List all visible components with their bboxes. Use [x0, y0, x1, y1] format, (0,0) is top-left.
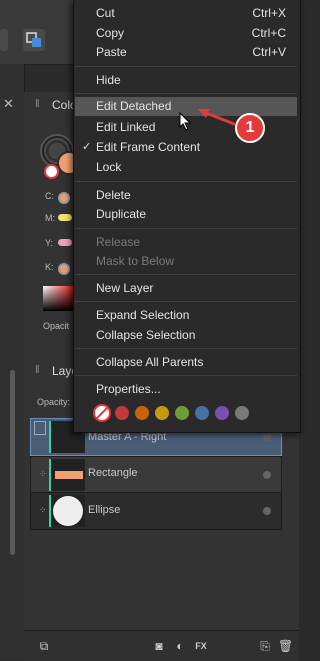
menu-item-paste[interactable]: Paste Ctrl+V — [75, 43, 297, 62]
master-page-icon — [34, 421, 46, 435]
menu-item-label: Hide — [96, 73, 121, 87]
tag-color-green[interactable] — [175, 406, 189, 420]
toolbar-button[interactable] — [0, 29, 8, 51]
layer-row-rectangle[interactable]: ⁘ Rectangle — [30, 456, 282, 494]
menu-item-label: Cut — [96, 6, 115, 20]
menu-item-label: Collapse All Parents — [96, 355, 204, 369]
panel-grip-icon[interactable]: ‖ — [35, 364, 40, 376]
layer-thumbnail — [49, 495, 85, 527]
menu-item-mask-to-below: Mask to Below — [75, 252, 297, 271]
menu-separator — [75, 301, 297, 302]
drag-handle-icon[interactable]: ⁘ — [39, 469, 47, 480]
menu-item-label: Edit Detached — [96, 99, 172, 113]
menu-item-label: Paste — [96, 45, 127, 59]
cmyk-c-label: C: — [45, 191, 54, 201]
menu-item-lock[interactable]: Lock — [75, 158, 297, 177]
menu-item-edit-frame-content[interactable]: ✓ Edit Frame Content — [75, 138, 297, 157]
menu-item-collapse-all-parents[interactable]: Collapse All Parents — [75, 353, 297, 372]
menu-separator — [75, 348, 297, 349]
menu-item-hide[interactable]: Hide — [75, 71, 297, 90]
tag-color-red[interactable] — [115, 406, 129, 420]
layer-visibility-toggle[interactable] — [263, 507, 271, 515]
checkmark-icon: ✓ — [82, 141, 92, 153]
mask-icon[interactable]: ◙ — [152, 639, 166, 653]
menu-separator — [75, 375, 297, 376]
left-dock-strip — [0, 64, 25, 660]
step-badge: 1 — [235, 113, 265, 143]
menu-item-cut[interactable]: Cut Ctrl+X — [75, 4, 297, 23]
tag-color-strip — [93, 404, 293, 424]
cmyk-y-slider[interactable] — [58, 239, 72, 246]
context-menu: Cut Ctrl+X Copy Ctrl+C Paste Ctrl+V Hide… — [73, 0, 301, 433]
toolbar-button-arrange[interactable] — [23, 29, 45, 51]
tag-color-blue[interactable] — [195, 406, 209, 420]
cmyk-k-slider-handle[interactable] — [58, 263, 70, 275]
tag-color-purple[interactable] — [215, 406, 229, 420]
fx-icon[interactable]: FX — [194, 639, 208, 653]
color-picker-square[interactable] — [43, 286, 73, 311]
layers-opacity-label: Opacity: — [37, 397, 71, 407]
layer-row-ellipse[interactable]: ⁘ Ellipse — [30, 492, 282, 530]
add-page-icon[interactable]: ⎘ — [258, 639, 272, 653]
arrange-icon — [26, 32, 41, 47]
cmyk-k-label: K: — [45, 262, 54, 272]
menu-item-release: Release — [75, 233, 297, 252]
menu-item-label: Lock — [96, 160, 122, 174]
menu-separator — [75, 274, 297, 275]
layer-visibility-toggle[interactable] — [263, 471, 271, 479]
menu-item-label: Expand Selection — [96, 308, 190, 322]
menu-item-shortcut: Ctrl+V — [252, 45, 286, 59]
menu-item-label: Collapse Selection — [96, 328, 196, 342]
cmyk-m-slider[interactable] — [58, 214, 72, 221]
duplicate-icon[interactable]: ⧉ — [37, 639, 51, 653]
menu-separator — [75, 181, 297, 182]
trash-icon[interactable]: 🗑 — [278, 639, 293, 653]
menu-item-shortcut: Ctrl+C — [251, 26, 286, 40]
menu-separator — [75, 228, 297, 229]
panel-grip-icon[interactable]: ‖ — [35, 98, 40, 110]
menu-item-label: Release — [96, 235, 141, 249]
menu-item-shortcut: Ctrl+X — [252, 6, 286, 20]
cmyk-m-label: M: — [45, 213, 55, 223]
menu-item-expand-selection[interactable]: Expand Selection — [75, 306, 297, 325]
mouse-cursor-icon — [179, 112, 192, 131]
adjustment-icon[interactable]: ◐ — [173, 639, 187, 653]
tag-color-yellow[interactable] — [155, 406, 169, 420]
cmyk-c-slider-handle[interactable] — [58, 192, 70, 204]
menu-item-copy[interactable]: Copy Ctrl+C — [75, 24, 297, 43]
menu-item-label: Edit Frame Content — [96, 140, 201, 154]
no-color-tag-icon[interactable] — [93, 404, 111, 422]
menu-item-new-layer[interactable]: New Layer — [75, 279, 297, 298]
menu-item-label: New Layer — [96, 281, 154, 295]
callout-arrow-icon — [198, 109, 236, 126]
menu-item-properties[interactable]: Properties... — [75, 380, 297, 399]
cmyk-y-label: Y: — [45, 238, 54, 248]
menu-item-collapse-selection[interactable]: Collapse Selection — [75, 326, 297, 345]
menu-item-label: Edit Linked — [96, 120, 156, 134]
menu-item-delete[interactable]: Delete — [75, 186, 297, 205]
close-icon[interactable]: ✕ — [3, 96, 14, 112]
menu-item-label: Duplicate — [96, 207, 147, 221]
tag-color-orange[interactable] — [135, 406, 149, 420]
menu-item-label: Delete — [96, 188, 131, 202]
menu-item-label: Mask to Below — [96, 254, 175, 268]
menu-item-duplicate[interactable]: Duplicate — [75, 205, 297, 224]
menu-separator — [75, 66, 297, 67]
menu-item-label: Copy — [96, 26, 125, 40]
color-opacity-label: Opacit — [43, 321, 70, 331]
no-fill-icon[interactable] — [44, 164, 59, 179]
tag-color-gray[interactable] — [235, 406, 249, 420]
layers-bottom-toolbar: ⧉ ◙ ◐ FX ⎘ 🗑 — [24, 630, 299, 661]
scrollbar-thumb[interactable] — [10, 370, 15, 555]
drag-handle-icon[interactable]: ⁘ — [39, 505, 47, 516]
layer-visibility-toggle[interactable] — [263, 433, 271, 441]
layer-name: Ellipse — [88, 504, 121, 516]
layer-name: Rectangle — [88, 467, 138, 479]
menu-item-label: Properties... — [96, 382, 161, 396]
menu-separator — [75, 93, 297, 94]
layer-thumbnail — [49, 459, 85, 491]
